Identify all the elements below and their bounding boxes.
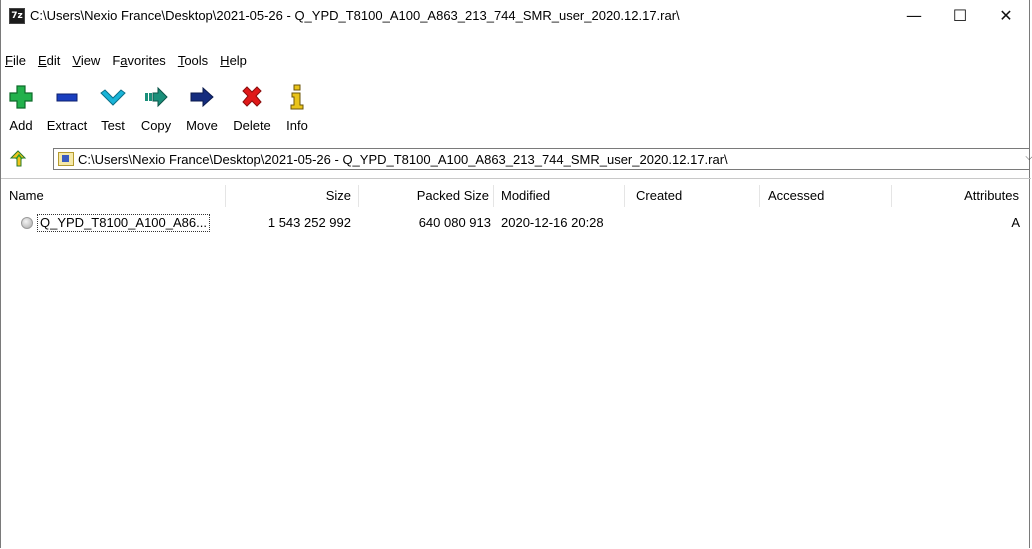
info-label: Info	[286, 118, 308, 133]
title-bar: 7z C:\Users\Nexio France\Desktop\2021-05…	[1, 0, 1029, 31]
column-size-label: Size	[325, 188, 351, 203]
menu-view-rest: iew	[80, 52, 101, 68]
address-bar: C:\Users\Nexio France\Desktop\2021-05-26…	[1, 146, 1032, 172]
close-button[interactable]: ✕	[983, 0, 1029, 31]
minimize-button[interactable]: —	[891, 0, 937, 31]
menu-file-rest: ile	[12, 52, 26, 68]
menu-edit[interactable]: Edit	[32, 53, 66, 68]
file-icon	[21, 217, 33, 229]
path-input[interactable]: C:\Users\Nexio France\Desktop\2021-05-26…	[53, 148, 1032, 170]
info-button[interactable]: Info	[279, 78, 315, 140]
row-created-cell	[636, 212, 760, 234]
archive-icon	[58, 152, 74, 166]
window-title: C:\Users\Nexio France\Desktop\2021-05-26…	[30, 8, 680, 23]
menu-favorites-accel: a	[120, 52, 128, 68]
column-packed-size-label: Packed Size	[416, 188, 489, 203]
7zip-app-icon[interactable]: 7z	[9, 7, 25, 24]
path-text: C:\Users\Nexio France\Desktop\2021-05-26…	[78, 151, 728, 167]
window-controls: — ☐ ✕	[891, 0, 1029, 31]
add-button[interactable]: Add	[1, 78, 41, 140]
delete-button[interactable]: Delete	[225, 78, 279, 140]
checkmark-icon	[97, 82, 129, 112]
row-accessed-cell	[768, 212, 892, 234]
menu-bar: File Edit View Favorites Tools Help	[1, 49, 1029, 71]
move-label: Move	[186, 118, 218, 133]
maximize-button[interactable]: ☐	[937, 0, 983, 31]
column-header-name[interactable]: Name	[1, 183, 226, 209]
delete-label: Delete	[233, 118, 271, 133]
menu-tools-rest: ools	[184, 52, 209, 68]
extract-button[interactable]: Extract	[41, 78, 93, 140]
column-header-row: Name Size Packed Size Modified Created A…	[1, 183, 1031, 209]
column-header-created[interactable]: Created	[625, 183, 760, 209]
row-name-cell[interactable]: Q_YPD_T8100_A100_A86...	[37, 214, 210, 232]
menu-file[interactable]: File	[1, 53, 32, 68]
add-label: Add	[9, 118, 33, 133]
toolbar: Add Extract Test Copy Move Delete Info	[1, 78, 1029, 140]
row-modified-cell: 2020-12-16 20:28	[501, 215, 604, 230]
column-modified-label: Modified	[501, 188, 551, 203]
menu-help-rest: elp	[229, 52, 247, 68]
row-packed-size-cell: 640 080 913	[418, 215, 491, 230]
menu-view-accel: V	[72, 52, 81, 68]
file-list[interactable]: Name Size Packed Size Modified Created A…	[1, 178, 1031, 549]
table-row[interactable]: Q_YPD_T8100_A100_A86... 1 543 252 992 64…	[1, 212, 1031, 234]
menu-tools[interactable]: Tools	[172, 53, 214, 68]
column-attributes-label: Attributes	[964, 188, 1019, 203]
menu-favorites[interactable]: Favorites	[106, 53, 171, 68]
column-header-size[interactable]: Size	[226, 183, 359, 209]
menu-view[interactable]: View	[66, 53, 106, 68]
app-window: 7z C:\Users\Nexio France\Desktop\2021-05…	[0, 0, 1032, 549]
row-size-cell: 1 543 252 992	[267, 215, 351, 230]
copy-arrow-icon	[140, 82, 172, 112]
menu-favorites-rest: vorites	[127, 52, 166, 68]
column-header-modified[interactable]: Modified	[494, 183, 625, 209]
column-header-attributes[interactable]: Attributes	[892, 183, 1029, 209]
up-folder-icon	[9, 150, 27, 167]
info-icon	[281, 82, 313, 112]
column-header-accessed[interactable]: Accessed	[760, 183, 892, 209]
copy-label: Copy	[140, 118, 172, 133]
extract-label: Extract	[46, 118, 88, 133]
up-folder-button[interactable]	[5, 147, 31, 171]
chevron-down-icon[interactable]: ⌵	[1025, 152, 1032, 163]
column-created-label: Created	[636, 188, 683, 203]
menu-help[interactable]: Help	[214, 53, 253, 68]
menu-help-accel: H	[220, 52, 230, 68]
test-button[interactable]: Test	[93, 78, 133, 140]
menu-edit-accel: E	[37, 52, 47, 68]
copy-button[interactable]: Copy	[133, 78, 179, 140]
delete-x-icon	[236, 82, 268, 112]
move-arrow-icon	[186, 82, 218, 112]
move-button[interactable]: Move	[179, 78, 225, 140]
column-header-packed-size[interactable]: Packed Size	[359, 183, 494, 209]
menu-edit-rest: dit	[46, 52, 61, 68]
minus-icon	[51, 82, 83, 112]
column-name-label: Name	[9, 188, 44, 203]
plus-icon	[5, 82, 37, 112]
column-accessed-label: Accessed	[768, 188, 825, 203]
row-attributes-cell: A	[1011, 215, 1020, 230]
test-label: Test	[101, 118, 125, 133]
menu-file-accel: F	[5, 52, 13, 68]
